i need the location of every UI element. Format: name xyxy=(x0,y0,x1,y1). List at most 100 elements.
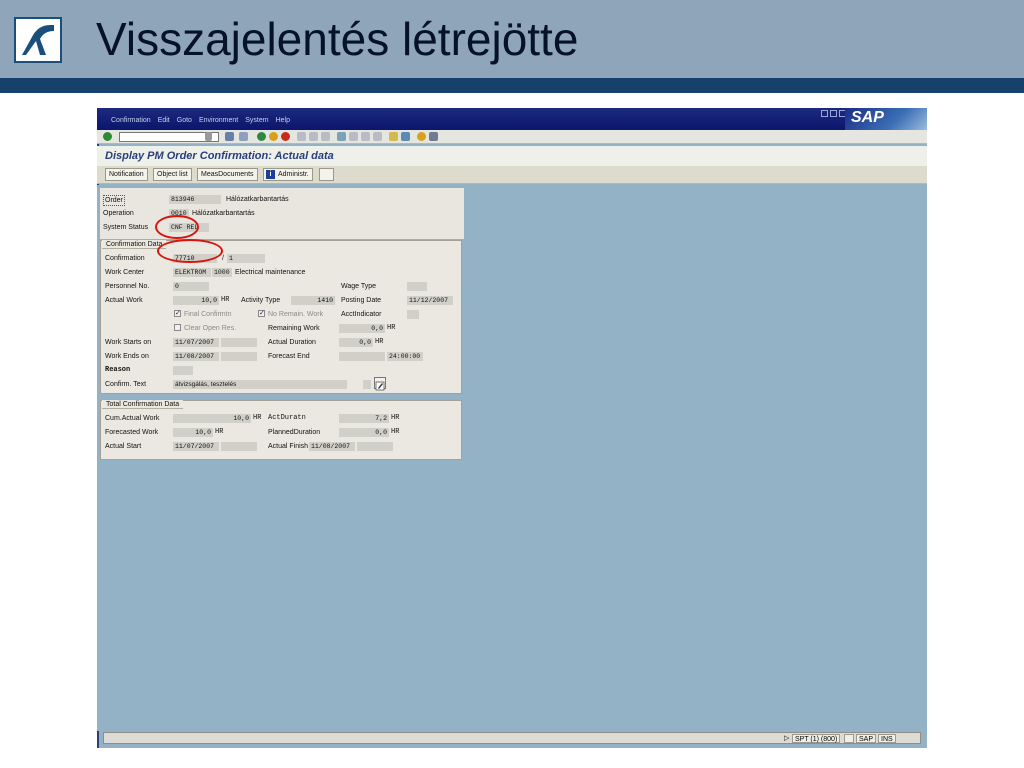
cum-actual-work-value[interactable]: 10,0 xyxy=(173,414,251,423)
work-starts-time[interactable] xyxy=(221,338,257,347)
menu-confirmation[interactable]: Confirmation xyxy=(111,117,151,124)
exit-icon[interactable] xyxy=(269,132,278,141)
save-icon[interactable] xyxy=(225,132,234,141)
session-icon[interactable] xyxy=(844,734,854,743)
confirmation-counter[interactable]: 1 xyxy=(227,254,265,263)
menu-goto[interactable]: Goto xyxy=(177,117,192,124)
minimize-icon[interactable] xyxy=(821,110,828,117)
confirm-text-label: Confirm. Text xyxy=(105,381,147,388)
act-duration-label: ActDuratn xyxy=(268,414,306,422)
notification-button[interactable]: Notification xyxy=(105,168,148,181)
menu-edit[interactable]: Edit xyxy=(158,117,170,124)
actual-duration-unit: HR xyxy=(375,338,384,346)
menu-bar: Confirmation Edit Goto Environment Syste… xyxy=(97,108,927,130)
actual-work-unit: HR xyxy=(221,296,230,304)
order-value[interactable]: 813946 xyxy=(169,195,221,204)
back-icon[interactable] xyxy=(257,132,266,141)
print-icon[interactable] xyxy=(297,132,306,141)
forecasted-work-value[interactable]: 10,0 xyxy=(173,428,213,437)
slide-header: Visszajelentés létrejötte xyxy=(0,0,1024,78)
forecast-end-time[interactable]: 24:00:00 xyxy=(387,352,423,361)
command-field[interactable] xyxy=(119,132,219,142)
actual-finish-date[interactable]: 11/08/2007 xyxy=(309,442,355,451)
clear-open-reservations-checkbox[interactable] xyxy=(174,324,181,331)
save-disk-icon[interactable] xyxy=(239,132,248,141)
remaining-work-value[interactable]: 0,0 xyxy=(339,324,385,333)
sap-window: Confirmation Edit Goto Environment Syste… xyxy=(97,108,927,748)
help-icon[interactable] xyxy=(417,132,426,141)
acct-indicator-field[interactable] xyxy=(407,310,419,319)
work-center-text: Electrical maintenance xyxy=(235,269,306,276)
actual-finish-label: Actual Finish xyxy=(268,443,309,450)
wage-type-field[interactable] xyxy=(407,282,427,291)
last-page-icon[interactable] xyxy=(373,132,382,141)
input-mode: INS xyxy=(878,734,896,743)
menu-help[interactable]: Help xyxy=(276,117,290,124)
posting-date-value[interactable]: 11/12/2007 xyxy=(407,296,453,305)
title-bar: Display PM Order Confirmation: Actual da… xyxy=(97,146,927,166)
reason-field[interactable] xyxy=(173,366,193,375)
next-page-icon[interactable] xyxy=(361,132,370,141)
personnel-value[interactable]: 0 xyxy=(173,282,209,291)
enter-icon[interactable] xyxy=(103,132,112,141)
reason-label: Reason xyxy=(105,366,131,374)
status-bar: ▷ SPT (1) (800) SAP INS xyxy=(103,732,921,744)
work-ends-time[interactable] xyxy=(221,352,257,361)
maximize-icon[interactable] xyxy=(830,110,837,117)
posting-date-label: Posting Date xyxy=(341,297,382,304)
actual-start-time[interactable] xyxy=(221,442,257,451)
menu-system[interactable]: System xyxy=(245,117,268,124)
cum-actual-work-label: Cum.Actual Work xyxy=(105,415,160,422)
slide-title: Visszajelentés létrejötte xyxy=(96,13,579,65)
menu-environment[interactable]: Environment xyxy=(199,117,238,124)
clear-open-reservations-label: Clear Open Res. xyxy=(184,325,237,332)
no-remaining-work-checkbox[interactable] xyxy=(258,309,265,317)
personnel-label: Personnel No. xyxy=(105,283,150,290)
previous-page-icon[interactable] xyxy=(349,132,358,141)
layout-menu-icon[interactable] xyxy=(429,132,438,141)
total-confirmation-data-group: Total Confirmation Data Cum.Actual Work … xyxy=(100,400,462,460)
object-list-button[interactable]: Object list xyxy=(153,168,192,181)
first-page-icon[interactable] xyxy=(337,132,346,141)
shortcut-icon[interactable] xyxy=(401,132,410,141)
meas-documents-button[interactable]: MeasDocuments xyxy=(197,168,258,181)
final-confirmation-checkbox[interactable] xyxy=(174,309,181,317)
find-icon[interactable] xyxy=(309,132,318,141)
screen-title: Display PM Order Confirmation: Actual da… xyxy=(105,150,334,162)
order-label: Order xyxy=(103,195,125,206)
standard-toolbar xyxy=(97,130,927,144)
remaining-work-unit: HR xyxy=(387,324,396,332)
work-starts-date[interactable]: 11/07/2007 xyxy=(173,338,219,347)
order-text: Hálózatkarbantartás xyxy=(226,196,289,203)
find-next-icon[interactable] xyxy=(321,132,330,141)
confirm-text-value[interactable]: átvizsgálás, tesztelés xyxy=(173,380,347,389)
planned-duration-value[interactable]: 0,0 xyxy=(339,428,389,437)
status-expand-icon[interactable]: ▷ xyxy=(782,734,791,743)
actual-work-value[interactable]: 10,0 xyxy=(173,296,219,305)
remaining-work-label: Remaining Work xyxy=(268,325,320,332)
administr-button[interactable]: i Administr. xyxy=(263,168,313,181)
no-remaining-work-label: No Remain. Work xyxy=(268,311,324,318)
actual-duration-value[interactable]: 0,0 xyxy=(339,338,373,347)
total-confirmation-data-title: Total Confirmation Data xyxy=(102,400,184,409)
work-center-value[interactable]: ELEKTROM xyxy=(173,268,211,277)
edit-long-text-icon[interactable] xyxy=(374,377,386,391)
system-status-label: System Status xyxy=(103,224,149,231)
operation-label: Operation xyxy=(103,210,134,217)
actual-finish-time[interactable] xyxy=(357,442,393,451)
new-session-icon[interactable] xyxy=(389,132,398,141)
activity-type-value[interactable]: 1410 xyxy=(291,296,335,305)
act-duration-value[interactable]: 7,2 xyxy=(339,414,389,423)
forecast-end-date[interactable] xyxy=(339,352,385,361)
forecasted-work-unit: HR xyxy=(215,428,224,436)
actual-start-date[interactable]: 11/07/2007 xyxy=(173,442,219,451)
operation-text: Hálózatkarbantartás xyxy=(192,210,255,217)
work-center-plant[interactable]: 1000 xyxy=(212,268,232,277)
content-area: Order 813946 Hálózatkarbantartás Operati… xyxy=(97,185,927,731)
cancel-icon[interactable] xyxy=(281,132,290,141)
overview-icon[interactable] xyxy=(319,168,334,181)
work-ends-date[interactable]: 11/08/2007 xyxy=(173,352,219,361)
planned-duration-label: PlannedDuration xyxy=(268,429,321,436)
command-dropdown-icon[interactable] xyxy=(205,132,212,141)
acct-indicator-label: AcctIndicator xyxy=(341,311,382,318)
